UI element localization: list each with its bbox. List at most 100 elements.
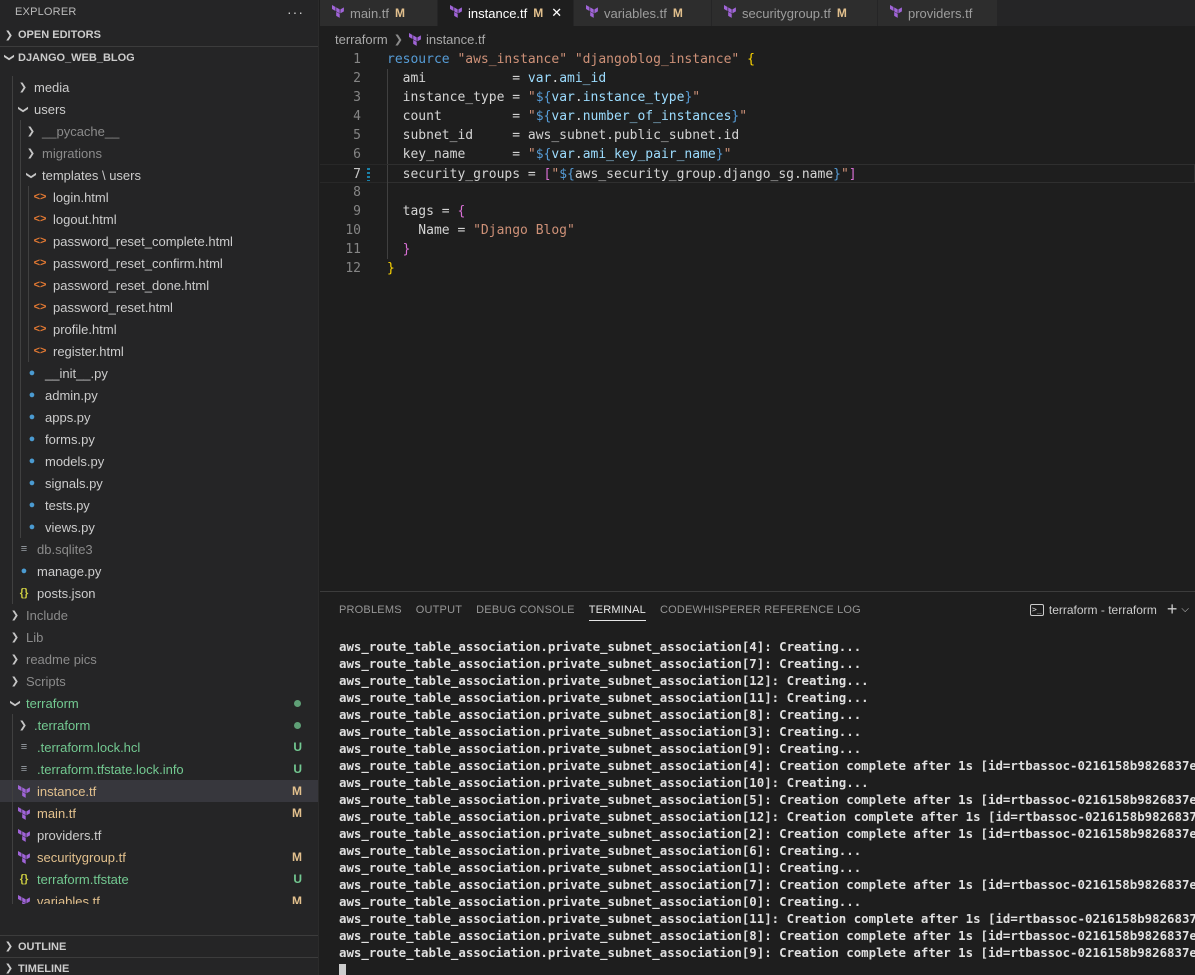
chevron-right-icon: ❯: [18, 719, 28, 731]
tree-item[interactable]: <> password_reset_done.html: [0, 274, 318, 296]
more-actions-icon[interactable]: ···: [287, 4, 304, 20]
code-line[interactable]: 2 ami = var.ami_id: [320, 69, 1195, 88]
code-token: {: [457, 204, 466, 219]
tree-item[interactable]: ● models.py: [0, 450, 318, 472]
code-line[interactable]: 9 tags = {: [320, 202, 1195, 221]
open-editors-section[interactable]: ❯ OPEN EDITORS: [0, 24, 318, 46]
tree-item-label: tests.py: [45, 497, 90, 513]
tab-label: variables.tf: [604, 5, 667, 21]
tree-item[interactable]: ❯ __pycache__: [0, 120, 318, 142]
tree-item[interactable]: providers.tf: [0, 824, 318, 846]
tree-item[interactable]: <> profile.html: [0, 318, 318, 340]
timeline-section[interactable]: ❯ TIMELINE: [0, 957, 318, 975]
panel-tab[interactable]: CODEWHISPERER REFERENCE LOG: [653, 592, 868, 627]
chevron-down-icon: ❯: [25, 170, 37, 180]
terraform-icon: [332, 5, 344, 21]
tree-item[interactable]: ≡ .terraform.tfstate.lock.info U: [0, 758, 318, 780]
tree-item[interactable]: ● admin.py: [0, 384, 318, 406]
tree-item[interactable]: ❯ migrations: [0, 142, 318, 164]
tree-item[interactable]: <> password_reset.html: [0, 296, 318, 318]
panel-tab[interactable]: PROBLEMS: [332, 592, 409, 627]
tree-item[interactable]: ● apps.py: [0, 406, 318, 428]
outline-section[interactable]: ❯ OUTLINE: [0, 935, 318, 957]
tree-item-label: migrations: [42, 145, 102, 161]
tree-item[interactable]: ≡ .terraform.lock.hcl U: [0, 736, 318, 758]
terminal-line: aws_route_table_association.private_subn…: [339, 809, 1195, 824]
tree-item[interactable]: main.tf M: [0, 802, 318, 824]
tree-item[interactable]: ❯ templates \ users: [0, 164, 318, 186]
editor-tab[interactable]: providers.tf: [878, 0, 998, 26]
line-number: 9: [353, 204, 361, 219]
tree-item[interactable]: ❯ .terraform: [0, 714, 318, 736]
new-terminal-icon[interactable]: +: [1167, 599, 1178, 620]
code-line[interactable]: 1 resource "aws_instance" "djangoblog_ins…: [320, 50, 1195, 69]
terminal-output[interactable]: aws_route_table_association.private_subn…: [339, 638, 1195, 975]
panel-tab[interactable]: DEBUG CONSOLE: [469, 592, 582, 627]
chevron-down-icon: ❯: [17, 104, 29, 114]
python-file-icon: ●: [28, 433, 36, 445]
tree-item[interactable]: {} terraform.tfstate U: [0, 868, 318, 890]
panel-tab[interactable]: TERMINAL: [582, 592, 653, 627]
project-section[interactable]: ❯ DJANGO_WEB_BLOG: [0, 46, 318, 68]
terminal-name[interactable]: terraform - terraform: [1049, 603, 1157, 617]
tree-item[interactable]: ❯ readme pics: [0, 648, 318, 670]
indent-guide: [20, 450, 21, 472]
code-line[interactable]: 12}: [320, 259, 1195, 278]
tree-item[interactable]: {} posts.json: [0, 582, 318, 604]
tree-item[interactable]: <> register.html: [0, 340, 318, 362]
tree-item[interactable]: ❯ Scripts: [0, 670, 318, 692]
code-token: ${: [559, 167, 575, 182]
chevron-right-icon: ❯: [4, 941, 14, 952]
tree-item[interactable]: ❯ Lib: [0, 626, 318, 648]
code-line[interactable]: 6 key_name = "${var.ami_key_pair_name}": [320, 145, 1195, 164]
git-status-badge: M: [292, 850, 302, 864]
code-line[interactable]: 3 instance_type = "${var.instance_type}": [320, 88, 1195, 107]
tree-item[interactable]: variables.tf M: [0, 890, 318, 904]
tab-label: instance.tf: [468, 5, 528, 21]
code-line[interactable]: 5 subnet_id = aws_subnet.public_subnet.i…: [320, 126, 1195, 145]
tree-item[interactable]: instance.tf M: [0, 780, 318, 802]
tree-item[interactable]: ● tests.py: [0, 494, 318, 516]
tree-item-label: templates \ users: [42, 167, 141, 183]
editor-tab[interactable]: instance.tf M ✕: [438, 0, 574, 26]
tree-item[interactable]: ≡ db.sqlite3: [0, 538, 318, 560]
tree-item[interactable]: ● forms.py: [0, 428, 318, 450]
open-editors-label: OPEN EDITORS: [18, 29, 101, 41]
python-file-icon: ●: [28, 477, 36, 489]
tree-item[interactable]: securitygroup.tf M: [0, 846, 318, 868]
tree-item[interactable]: ❯ users: [0, 98, 318, 120]
terraform-icon: [16, 827, 32, 843]
editor-tab[interactable]: securitygroup.tf M: [712, 0, 878, 26]
tree-item[interactable]: ● manage.py: [0, 560, 318, 582]
tree-item[interactable]: ❯ Include: [0, 604, 318, 626]
tree-item[interactable]: ❯ media: [0, 76, 318, 98]
tree-item-label: securitygroup.tf: [37, 849, 126, 865]
code-line[interactable]: 10 Name = "Django Blog": [320, 221, 1195, 240]
chevron-down-icon[interactable]: ⌵: [1181, 604, 1189, 615]
editor-tab[interactable]: variables.tf M: [574, 0, 712, 26]
line-number: 1: [353, 52, 361, 67]
tree-item[interactable]: ● __init__.py: [0, 362, 318, 384]
tree-item[interactable]: <> login.html: [0, 186, 318, 208]
breadcrumb-file[interactable]: instance.tf: [426, 32, 485, 47]
code-line[interactable]: 7 security_groups = ["${aws_security_gro…: [320, 164, 1195, 184]
tree-item[interactable]: ● signals.py: [0, 472, 318, 494]
tree-item[interactable]: ❯ terraform: [0, 692, 318, 714]
tree-item[interactable]: <> logout.html: [0, 208, 318, 230]
tree-item-label: logout.html: [53, 211, 117, 227]
code-editor[interactable]: 1 resource "aws_instance" "djangoblog_ins…: [320, 50, 1195, 590]
tree-item[interactable]: ● views.py: [0, 516, 318, 538]
tree-item[interactable]: <> password_reset_confirm.html: [0, 252, 318, 274]
panel-tab[interactable]: OUTPUT: [409, 592, 469, 627]
close-icon[interactable]: ✕: [551, 5, 562, 21]
code-line[interactable]: 4 count = "${var.number_of_instances}": [320, 107, 1195, 126]
editor-tab[interactable]: main.tf M: [320, 0, 438, 26]
code-line[interactable]: 8: [320, 183, 1195, 202]
python-file-icon: ●: [28, 455, 36, 467]
modified-badge: M: [395, 6, 406, 20]
breadcrumb-folder[interactable]: terraform: [335, 32, 388, 47]
indent-guide: [20, 340, 21, 362]
line-number: 5: [353, 128, 361, 143]
code-line[interactable]: 11 }: [320, 240, 1195, 259]
tree-item[interactable]: <> password_reset_complete.html: [0, 230, 318, 252]
